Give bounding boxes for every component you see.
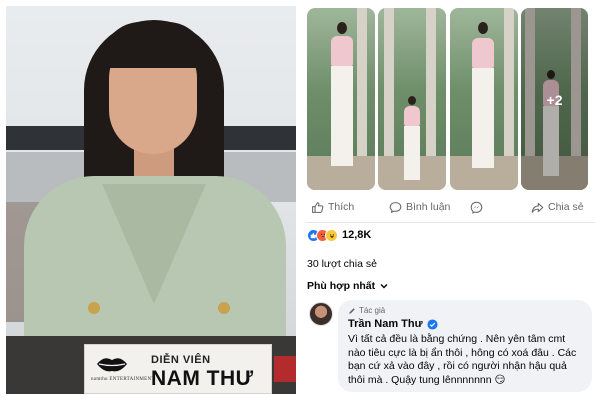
model-head bbox=[337, 22, 347, 34]
divider bbox=[305, 222, 595, 223]
sort-label: Phù hợp nhất bbox=[307, 280, 376, 292]
lapel-left bbox=[102, 184, 154, 304]
like-label: Thích bbox=[328, 201, 355, 213]
share-arrow-icon bbox=[531, 202, 544, 213]
author-avatar[interactable] bbox=[309, 302, 333, 326]
red-object bbox=[274, 356, 296, 382]
thumbs-up-icon bbox=[312, 201, 324, 213]
comment-bubble: Tác giả Trần Nam Thư Vì tất cả đều là bằ… bbox=[338, 300, 592, 392]
like-button[interactable]: Thích bbox=[311, 196, 354, 218]
comment-button[interactable]: Bình luận bbox=[389, 196, 450, 218]
share-count[interactable]: 30 lượt chia sẻ bbox=[307, 258, 377, 270]
lips-logo-icon bbox=[97, 358, 127, 372]
card-brand: namthu ENTERTAINMENT bbox=[91, 377, 155, 382]
haha-reaction-icon bbox=[325, 228, 338, 242]
messenger-icon bbox=[470, 201, 483, 214]
share-label: Chia sẻ bbox=[548, 201, 584, 213]
lapel-right bbox=[154, 184, 206, 304]
model-top bbox=[404, 106, 420, 126]
messenger-button[interactable] bbox=[470, 196, 483, 218]
author-name-text: Trần Nam Thư bbox=[348, 318, 423, 330]
gallery-photo-3[interactable] bbox=[450, 8, 518, 190]
comment-label: Bình luận bbox=[406, 201, 451, 213]
card-name: NAM THƯ bbox=[151, 367, 254, 390]
model-head bbox=[408, 96, 416, 105]
model-pants bbox=[472, 68, 494, 168]
author-badge: Tác giả bbox=[348, 306, 385, 315]
post-action-bar: Thích Bình luận Chia sẻ bbox=[305, 196, 595, 218]
model-pants bbox=[404, 126, 420, 180]
gallery-photo-4[interactable]: +2 bbox=[521, 8, 588, 190]
model-pants bbox=[331, 66, 353, 166]
author-badge-label: Tác giả bbox=[359, 306, 386, 315]
comment-text: Vì tất cả đều là bằng chứng . Nên yên tâ… bbox=[348, 333, 577, 386]
hair-top bbox=[102, 22, 206, 68]
comment-bubble-icon bbox=[389, 201, 402, 213]
verified-badge-icon bbox=[427, 318, 438, 330]
blazer-button bbox=[218, 302, 230, 314]
reaction-count: 12,8K bbox=[342, 229, 372, 241]
model-top bbox=[472, 38, 494, 68]
actress-photo: namthu ENTERTAINMENT DIỄN VIÊN NAM THƯ bbox=[6, 6, 296, 394]
gallery-photo-2[interactable] bbox=[378, 8, 446, 190]
card-role: DIỄN VIÊN bbox=[151, 354, 211, 366]
chevron-down-icon bbox=[380, 284, 388, 289]
pencil-icon bbox=[349, 307, 355, 314]
blazer-button bbox=[88, 302, 100, 314]
comment-sort-dropdown[interactable]: Phù hợp nhất bbox=[307, 280, 389, 292]
more-photos-count: +2 bbox=[546, 92, 563, 108]
name-card: namthu ENTERTAINMENT DIỄN VIÊN NAM THƯ bbox=[84, 344, 272, 394]
model-head bbox=[478, 22, 488, 34]
gallery-photo-1[interactable] bbox=[307, 8, 375, 190]
reaction-summary[interactable]: 12,8K bbox=[307, 228, 371, 242]
model-top bbox=[331, 36, 353, 66]
share-button[interactable]: Chia sẻ bbox=[531, 196, 584, 218]
comment-author[interactable]: Trần Nam Thư bbox=[348, 318, 438, 330]
